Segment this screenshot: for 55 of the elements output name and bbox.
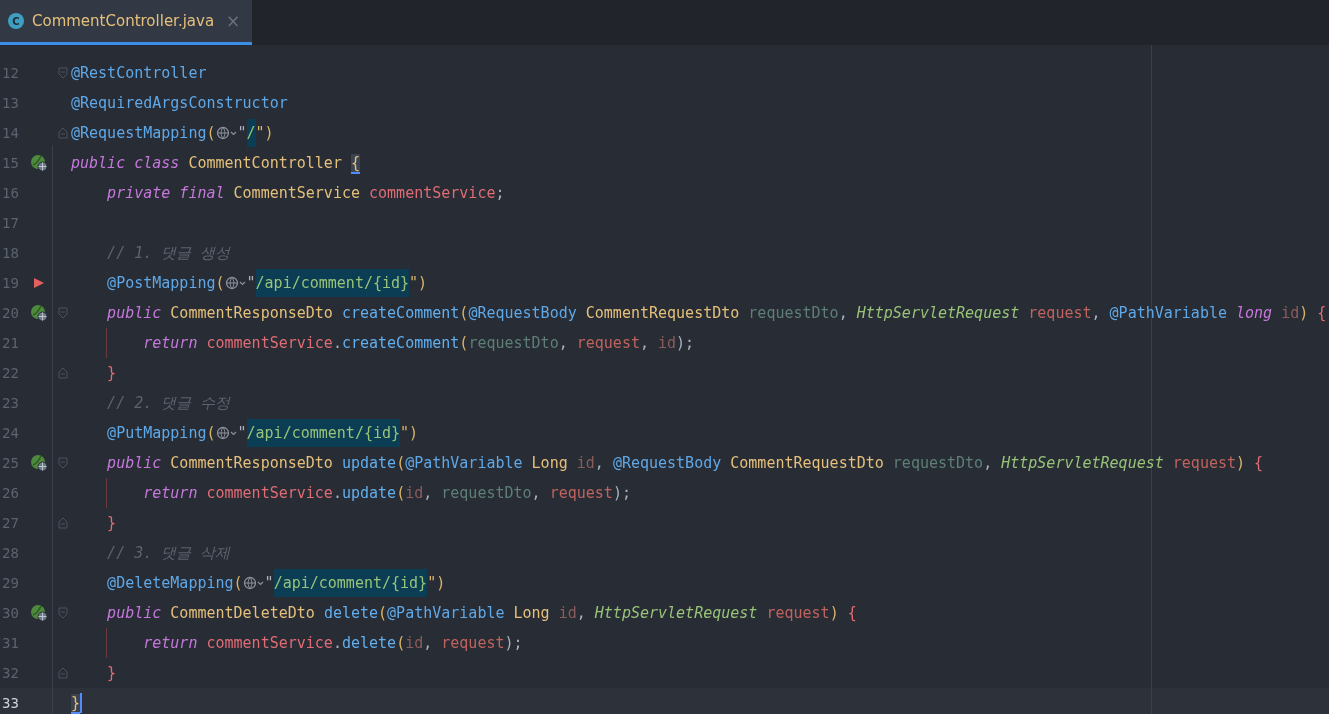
line-number: 15 (1, 153, 20, 173)
editor-tab[interactable]: C CommentController.java × (0, 0, 253, 45)
code-line: public CommentDeleteDto delete(@PathVariable Long id, HttpServletRequest request) { (106, 602, 857, 624)
line-number: 17 (1, 213, 20, 233)
bean-globe-icon[interactable] (30, 604, 48, 622)
bean-globe-icon[interactable] (30, 454, 48, 472)
code-line: } (106, 512, 117, 534)
code-line: @RequiredArgsConstructor (71, 92, 288, 114)
line-number: 33 (1, 693, 20, 713)
line-number: 13 (1, 93, 20, 113)
tab-label: CommentController.java (32, 10, 215, 32)
code-line: @RestController (71, 62, 207, 84)
globe-icon[interactable] (215, 125, 238, 140)
line-number: 30 (1, 603, 20, 623)
line-number: 22 (1, 363, 20, 383)
line-number: 29 (1, 573, 20, 593)
line-number: 32 (1, 663, 20, 683)
code-line: } (106, 662, 117, 684)
marker-icon[interactable] (33, 277, 45, 289)
code-line: @PostMapping( "/api/comment/{id}") (71, 269, 428, 297)
code-line: private final CommentService commentService; (106, 182, 505, 204)
line-number: 19 (1, 273, 20, 293)
code-line: return commentService.update(id, requestDto, request); (142, 482, 631, 504)
code-line: public CommentResponseDto createComment(@RequestBody CommentRequestDto requestDto, HttpServletRequest request, @PathVariable long id) { (106, 302, 1327, 324)
code-line: public CommentResponseDto update(@PathVariable Long id, @RequestBody CommentRequestDto requestDto, HttpServletRequest request) { (106, 452, 1264, 474)
code-line: @RequestMapping( "/") (71, 119, 274, 147)
code-line: return commentService.createComment(requestDto, request, id); (142, 332, 695, 354)
line-number: 14 (1, 123, 20, 143)
line-number: 26 (1, 483, 20, 503)
bean-globe-icon[interactable] (30, 154, 48, 172)
line-number: 27 (1, 513, 20, 533)
code-line: public class CommentController { (71, 152, 360, 174)
text-cursor (80, 693, 83, 713)
code-line: } (106, 362, 117, 384)
globe-icon[interactable] (224, 275, 247, 290)
code-line: // 2. 댓글 수정 (106, 392, 231, 414)
code-line: // 3. 댓글 삭제 (106, 542, 231, 564)
line-number: 23 (1, 393, 20, 413)
globe-icon[interactable] (215, 425, 238, 440)
line-number: 16 (1, 183, 20, 203)
line-number: 20 (1, 303, 20, 323)
line-number: 21 (1, 333, 20, 353)
bean-globe-icon[interactable] (30, 304, 48, 322)
line-number: 31 (1, 633, 20, 653)
class-icon: C (8, 13, 24, 29)
code-line: @DeleteMapping( "/api/comment/{id}") (71, 569, 446, 597)
line-number: 12 (1, 63, 20, 83)
line-number: 28 (1, 543, 20, 563)
globe-icon[interactable] (242, 575, 265, 590)
line-number: 25 (1, 453, 20, 473)
line-number: 18 (1, 243, 20, 263)
code-line: return commentService.delete(id, request); (142, 632, 523, 654)
code-line: @PutMapping( "/api/comment/{id}") (71, 419, 419, 447)
line-number: 24 (1, 423, 20, 443)
code-line: // 1. 댓글 생성 (106, 242, 231, 264)
